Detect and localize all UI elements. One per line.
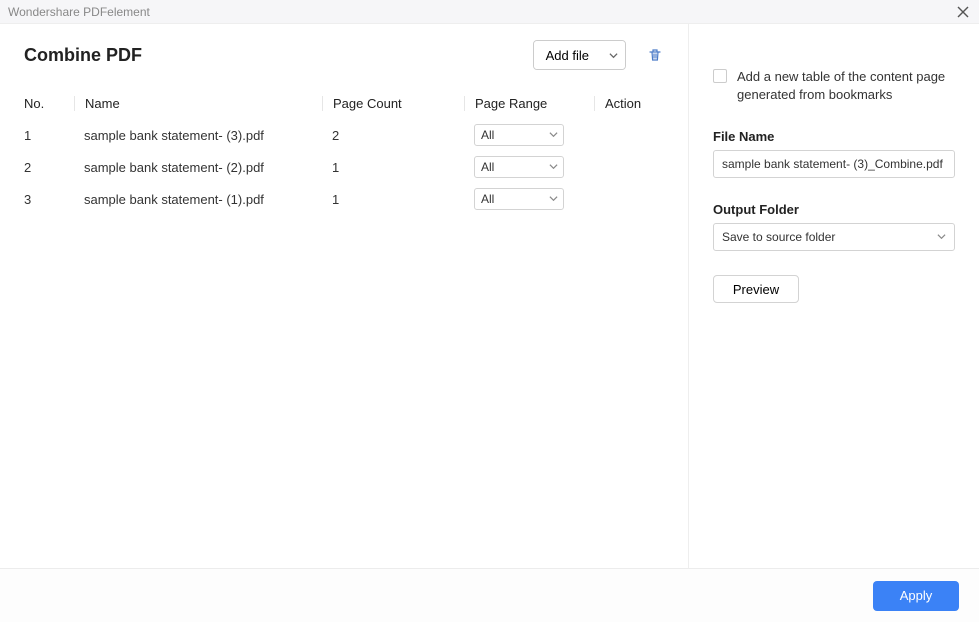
page-range-value: All: [481, 192, 494, 206]
row-no: 3: [24, 192, 74, 207]
row-count: 1: [322, 160, 464, 175]
page-range-select[interactable]: All: [474, 124, 564, 146]
row-count: 1: [322, 192, 464, 207]
table-row: 1 sample bank statement- (3).pdf 2 All: [24, 119, 664, 151]
chevron-down-icon: [609, 51, 618, 60]
row-name: sample bank statement- (2).pdf: [74, 160, 322, 175]
page-range-select[interactable]: All: [474, 156, 564, 178]
row-count: 2: [322, 128, 464, 143]
add-file-button-group: Add file: [533, 40, 626, 70]
col-range-header: Page Range: [464, 96, 594, 111]
chevron-down-icon: [549, 192, 558, 206]
trash-icon[interactable]: [646, 46, 664, 64]
row-no: 2: [24, 160, 74, 175]
toc-checkbox[interactable]: [713, 69, 727, 83]
row-name: sample bank statement- (1).pdf: [74, 192, 322, 207]
chevron-down-icon: [549, 160, 558, 174]
close-icon[interactable]: [955, 4, 971, 20]
preview-button[interactable]: Preview: [713, 275, 799, 303]
row-name: sample bank statement- (3).pdf: [74, 128, 322, 143]
output-folder-select[interactable]: Save to source folder: [713, 223, 955, 251]
add-file-dropdown[interactable]: [601, 41, 625, 69]
file-name-field[interactable]: [713, 150, 955, 178]
col-no-header: No.: [24, 96, 74, 111]
titlebar: Wondershare PDFelement: [0, 0, 979, 24]
page-range-select[interactable]: All: [474, 188, 564, 210]
add-file-button[interactable]: Add file: [534, 41, 601, 69]
output-folder-value: Save to source folder: [722, 230, 835, 244]
col-name-header: Name: [74, 96, 322, 111]
page-title: Combine PDF: [24, 45, 533, 66]
window-title: Wondershare PDFelement: [8, 5, 955, 19]
output-folder-label: Output Folder: [713, 202, 955, 217]
row-no: 1: [24, 128, 74, 143]
apply-button[interactable]: Apply: [873, 581, 959, 611]
page-range-value: All: [481, 160, 494, 174]
side-panel: Add a new table of the content page gene…: [689, 24, 979, 568]
chevron-down-icon: [549, 128, 558, 142]
col-count-header: Page Count: [322, 96, 464, 111]
table-row: 2 sample bank statement- (2).pdf 1 All: [24, 151, 664, 183]
page-range-value: All: [481, 128, 494, 142]
file-list: 1 sample bank statement- (3).pdf 2 All 2…: [24, 119, 664, 215]
table-row: 3 sample bank statement- (1).pdf 1 All: [24, 183, 664, 215]
footer: Apply: [0, 568, 979, 622]
chevron-down-icon: [937, 230, 946, 244]
table-header: No. Name Page Count Page Range Action: [24, 88, 664, 119]
main-panel: Combine PDF Add file No. Name Page Count…: [0, 24, 689, 568]
file-name-label: File Name: [713, 129, 955, 144]
col-action-header: Action: [594, 96, 664, 111]
toc-checkbox-label: Add a new table of the content page gene…: [737, 68, 955, 103]
